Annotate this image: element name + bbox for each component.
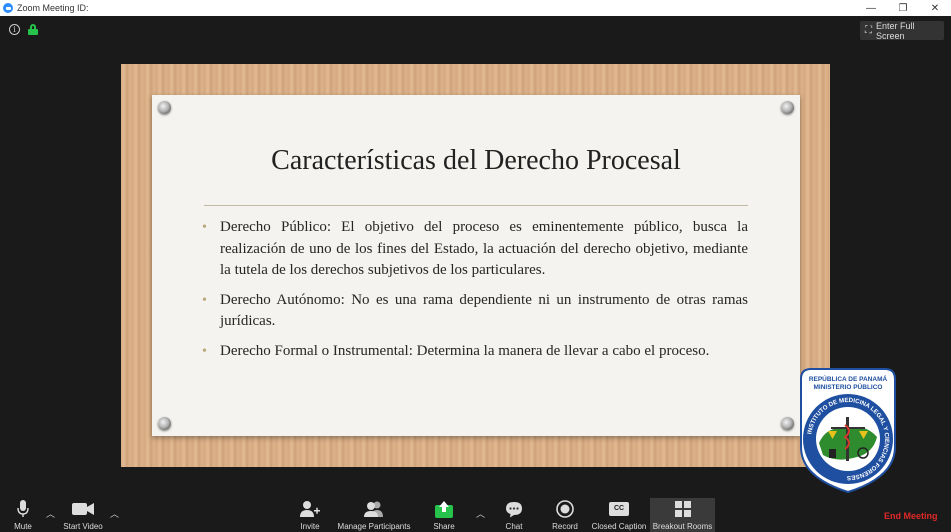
chat-bubble-icon [505,499,523,519]
video-options-caret-icon[interactable]: ︿ [110,507,119,520]
share-options-caret-icon[interactable]: ︿ [476,507,485,520]
share-screen-icon [435,499,453,519]
closed-caption-label: Closed Caption [591,522,647,531]
slide-title: Características del Derecho Procesal [271,145,681,176]
mute-label: Mute [14,522,32,531]
title-divider [204,205,748,206]
audio-options-caret-icon[interactable]: ︿ [46,507,55,520]
meeting-toolbar: Mute ︿ Start Video ︿ Invite Manage Parti… [0,498,951,532]
record-button[interactable]: Record [550,498,580,532]
logo-ministry: MINISTERIO PÚBLICO [814,382,883,391]
mute-button[interactable]: Mute [8,498,38,532]
minimize-button[interactable]: — [855,0,887,16]
close-button[interactable]: ✕ [919,0,951,16]
share-label: Share [433,522,455,531]
manage-participants-label: Manage Participants [337,522,411,531]
breakout-rooms-icon [674,499,691,519]
restore-button[interactable]: ❐ [887,0,919,16]
pin-icon [158,417,171,430]
window-title: Zoom Meeting ID: [17,3,89,13]
window-titlebar: Zoom Meeting ID: — ❐ ✕ [0,0,951,16]
bullet-item: Derecho Formal o Instrumental: Determina… [202,341,748,363]
shared-slide: Características del Derecho Procesal Der… [121,64,830,467]
pin-icon [781,101,794,114]
share-button[interactable]: Share [430,498,458,532]
microphone-icon [17,499,29,519]
closed-caption-button[interactable]: CC Closed Caption [590,498,648,532]
start-video-label: Start Video [63,522,103,531]
manage-participants-button[interactable]: Manage Participants [334,498,414,532]
start-video-button[interactable]: Start Video [60,498,106,532]
record-label: Record [552,522,578,531]
fullscreen-icon: ⛶ [865,25,872,36]
closed-caption-icon: CC [609,499,629,519]
participants-icon [363,499,385,519]
info-icon[interactable]: i [9,24,20,35]
pin-icon [781,417,794,430]
lock-icon[interactable] [28,24,38,35]
bullet-item: Derecho Autónomo: No es una rama dependi… [202,290,748,333]
invite-label: Invite [300,522,320,531]
slide-paper: Características del Derecho Procesal Der… [152,95,800,436]
institute-logo: REPÚBLICA DE PANAMÁ MINISTERIO PÚBLICO I… [800,368,896,494]
end-meeting-button[interactable]: End Meeting [884,511,938,521]
invite-button[interactable]: Invite [296,498,324,532]
breakout-rooms-button[interactable]: Breakout Rooms [650,498,715,532]
zoom-app-icon [3,3,13,13]
add-person-icon [300,499,320,519]
slide-bullet-list: Derecho Público: El objetivo del proceso… [202,217,748,370]
chat-label: Chat [505,522,523,531]
chat-button[interactable]: Chat [500,498,528,532]
record-icon [556,499,574,519]
video-camera-icon [72,499,94,519]
enter-full-screen-label: Enter Full Screen [876,20,915,41]
logo-country: REPÚBLICA DE PANAMÁ [809,374,888,383]
breakout-rooms-label: Breakout Rooms [652,522,713,531]
bullet-item: Derecho Público: El objetivo del proceso… [202,217,748,282]
meeting-view: i ⛶ Enter Full Screen Características de… [0,16,951,498]
enter-full-screen-button[interactable]: ⛶ Enter Full Screen [860,20,944,41]
pin-icon [158,101,171,114]
